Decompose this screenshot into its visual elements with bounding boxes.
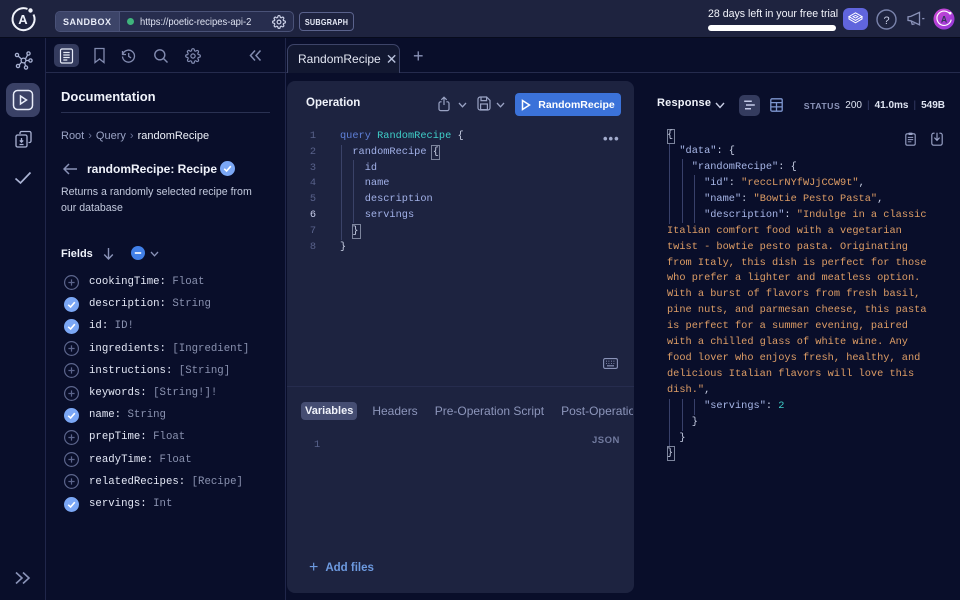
svg-text:A: A — [18, 12, 28, 27]
svg-text:A: A — [941, 14, 948, 24]
svg-text:?: ? — [883, 15, 889, 27]
